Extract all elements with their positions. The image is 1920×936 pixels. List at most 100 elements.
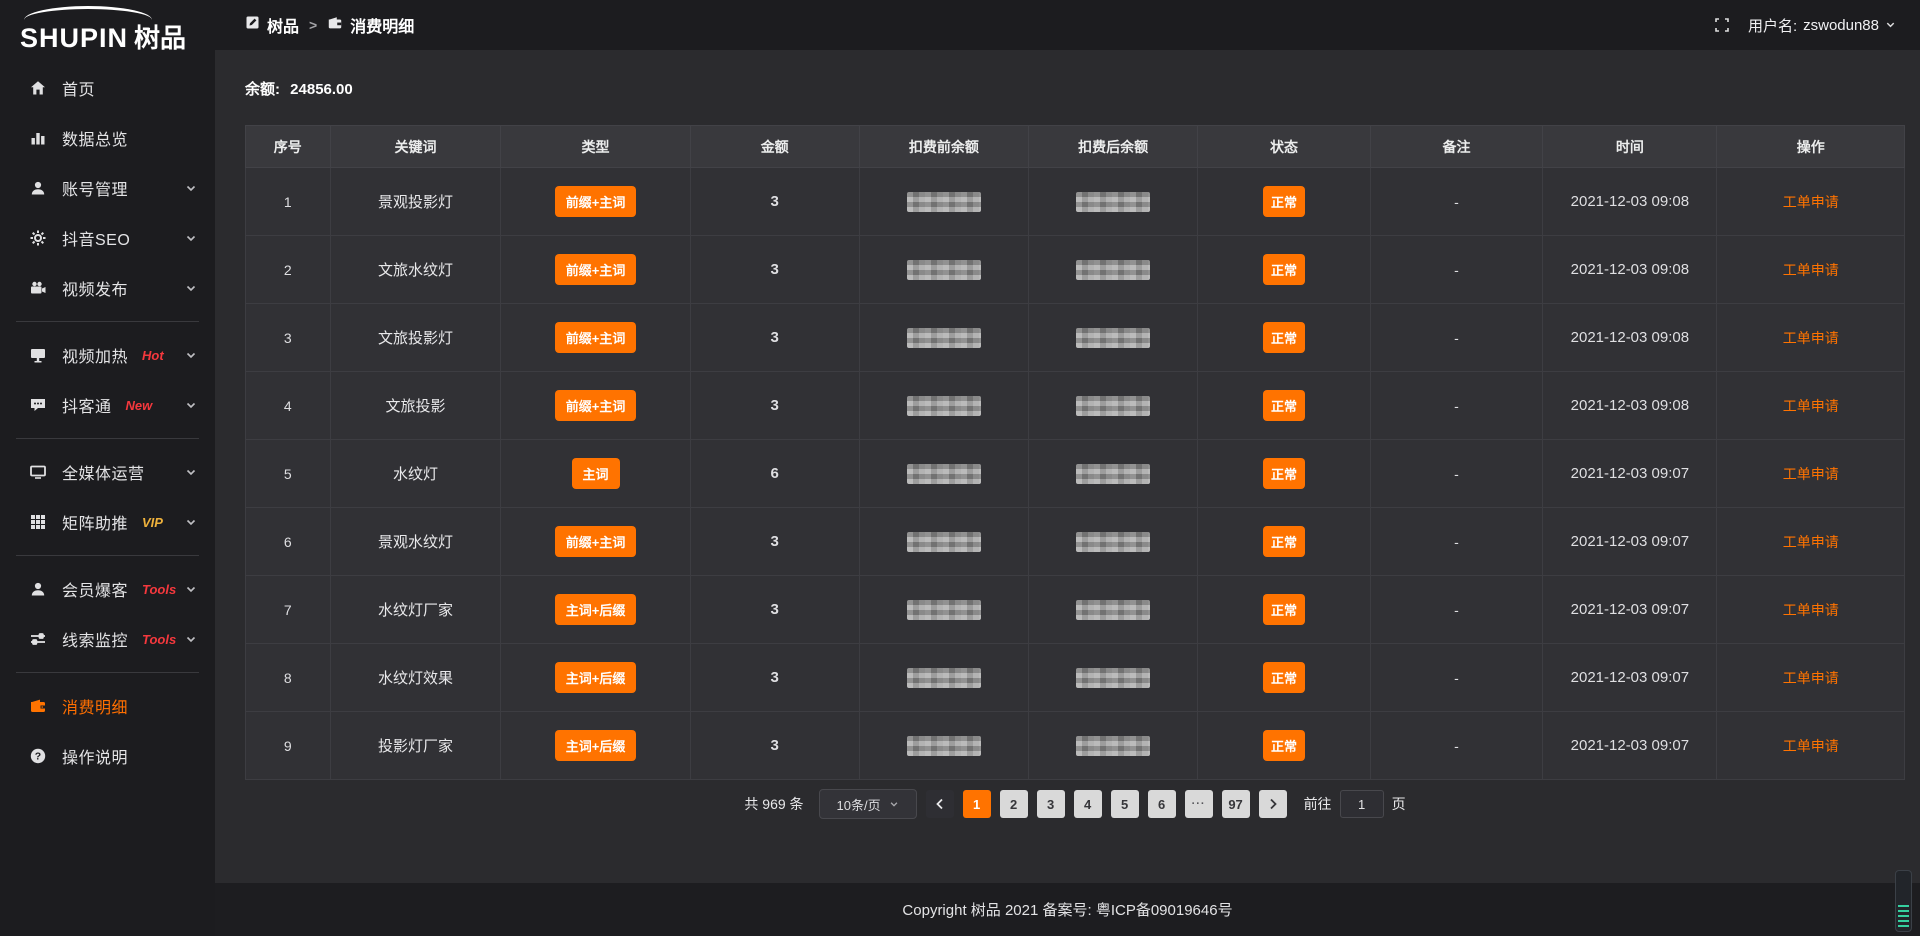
censored-value (907, 600, 981, 620)
sidebar-item-label: 抖音SEO (62, 226, 130, 250)
corner-widget[interactable] (1895, 870, 1912, 932)
status-badge: 正常 (1263, 390, 1305, 421)
type-badge: 主词+后缀 (555, 730, 637, 761)
sidebar-item-account-management[interactable]: 账号管理 (0, 163, 215, 213)
cell-index: 7 (246, 576, 331, 644)
table-row: 4 文旅投影 前缀+主词 3 正常 - 2021-12-03 09:08 工单申… (246, 372, 1905, 440)
cell-type: 主词+后缀 (501, 644, 690, 712)
cell-post-balance (1029, 644, 1198, 712)
cell-time: 2021-12-03 09:07 (1543, 440, 1717, 508)
censored-value (907, 260, 981, 280)
table-row: 8 水纹灯效果 主词+后缀 3 正常 - 2021-12-03 09:07 工单… (246, 644, 1905, 712)
wallet-icon (327, 15, 343, 36)
type-badge: 前缀+主词 (555, 186, 637, 217)
sliders-icon (28, 629, 48, 649)
tools-badge: Tools (142, 632, 176, 647)
work-order-link[interactable]: 工单申请 (1783, 602, 1839, 618)
table-header-row: 序号 关键词 类型 金额 扣费前余额 扣费后余额 状态 备注 时间 操作 (246, 126, 1905, 168)
page-button-5[interactable]: 5 (1111, 790, 1139, 818)
column-header: 序号 (246, 126, 331, 168)
chevron-down-icon (185, 182, 197, 194)
censored-value (907, 668, 981, 688)
page-size-value: 10条/页 (837, 795, 881, 814)
sidebar-item-instructions[interactable]: ? 操作说明 (0, 731, 215, 781)
sidebar-item-label: 消费明细 (62, 694, 128, 718)
sidebar-item-data-overview[interactable]: 数据总览 (0, 113, 215, 163)
sidebar-item-douketong[interactable]: 抖客通 New (0, 380, 215, 430)
cell-pre-balance (859, 168, 1028, 236)
sidebar-item-label: 账号管理 (62, 176, 128, 200)
brand-logo[interactable]: SHUPIN 树品 (0, 0, 215, 62)
cell-amount: 3 (690, 576, 859, 644)
sidebar-item-label: 首页 (62, 76, 95, 100)
work-order-link[interactable]: 工单申请 (1783, 534, 1839, 550)
table-row: 7 水纹灯厂家 主词+后缀 3 正常 - 2021-12-03 09:07 工单… (246, 576, 1905, 644)
breadcrumb-item-consumption-details[interactable]: 消费明细 (327, 13, 414, 37)
sidebar-item-video-publish[interactable]: 视频发布 (0, 263, 215, 313)
prev-page-button[interactable] (926, 790, 954, 818)
cell-index: 4 (246, 372, 331, 440)
page-ellipsis-button[interactable]: ··· (1185, 790, 1213, 818)
cell-post-balance (1029, 712, 1198, 780)
cell-keyword: 文旅投影灯 (330, 304, 501, 372)
work-order-link[interactable]: 工单申请 (1783, 466, 1839, 482)
page-button-97[interactable]: 97 (1222, 790, 1250, 818)
cell-remark: - (1370, 168, 1543, 236)
sidebar-item-video-heating[interactable]: 视频加热 Hot (0, 330, 215, 380)
work-order-link[interactable]: 工单申请 (1783, 398, 1839, 414)
balance-label: 余额: (245, 81, 280, 98)
work-order-link[interactable]: 工单申请 (1783, 738, 1839, 754)
sidebar-item-all-media-operation[interactable]: 全媒体运营 (0, 447, 215, 497)
status-badge: 正常 (1263, 594, 1305, 625)
type-badge: 主词 (572, 458, 620, 489)
work-order-link[interactable]: 工单申请 (1783, 670, 1839, 686)
sidebar-item-member-marketing[interactable]: 会员爆客 Tools (0, 564, 215, 614)
cell-remark: - (1370, 440, 1543, 508)
work-order-link[interactable]: 工单申请 (1783, 330, 1839, 346)
page-button-6[interactable]: 6 (1148, 790, 1176, 818)
chevron-down-icon (185, 232, 197, 244)
cell-pre-balance (859, 372, 1028, 440)
cell-action: 工单申请 (1717, 236, 1905, 304)
cell-remark: - (1370, 712, 1543, 780)
cell-action: 工单申请 (1717, 168, 1905, 236)
fullscreen-icon[interactable] (1714, 17, 1730, 33)
user-menu[interactable]: 用户名: zswodun88 (1748, 15, 1896, 36)
cell-post-balance (1029, 168, 1198, 236)
sidebar-item-label: 视频发布 (62, 276, 128, 300)
censored-value (1076, 328, 1150, 348)
page-button-2[interactable]: 2 (1000, 790, 1028, 818)
tools-badge: Tools (142, 582, 176, 597)
cell-post-balance (1029, 440, 1198, 508)
question-icon: ? (28, 746, 48, 766)
page-button-3[interactable]: 3 (1037, 790, 1065, 818)
breadcrumb-item-shupin[interactable]: 树品 (245, 13, 299, 37)
cell-status: 正常 (1198, 712, 1371, 780)
next-page-button[interactable] (1259, 790, 1287, 818)
sidebar-item-home[interactable]: 首页 (0, 63, 215, 113)
gear-icon (28, 228, 48, 248)
logo-arc-decoration (24, 6, 152, 20)
work-order-link[interactable]: 工单申请 (1783, 194, 1839, 210)
table-row: 5 水纹灯 主词 6 正常 - 2021-12-03 09:07 工单申请 (246, 440, 1905, 508)
cell-index: 9 (246, 712, 331, 780)
page-button-1[interactable]: 1 (963, 790, 991, 818)
goto-page-input[interactable] (1340, 790, 1384, 818)
bar-chart-icon (28, 128, 48, 148)
cell-remark: - (1370, 508, 1543, 576)
sidebar-item-douyin-seo[interactable]: 抖音SEO (0, 213, 215, 263)
sidebar-item-lead-monitoring[interactable]: 线索监控 Tools (0, 614, 215, 664)
type-badge: 前缀+主词 (555, 390, 637, 421)
balance-value: 24856.00 (290, 81, 353, 98)
cell-post-balance (1029, 508, 1198, 576)
type-badge: 主词+后缀 (555, 594, 637, 625)
page-size-select[interactable]: 10条/页 (819, 789, 917, 819)
cell-post-balance (1029, 576, 1198, 644)
cell-type: 前缀+主词 (501, 168, 690, 236)
work-order-link[interactable]: 工单申请 (1783, 262, 1839, 278)
page-button-4[interactable]: 4 (1074, 790, 1102, 818)
sidebar-item-matrix-boost[interactable]: 矩阵助推 VIP (0, 497, 215, 547)
topbar: 树品 > 消费明细 用户名: zswodun88 (215, 0, 1920, 50)
cell-type: 前缀+主词 (501, 304, 690, 372)
sidebar-item-consumption-details[interactable]: 消费明细 (0, 681, 215, 731)
